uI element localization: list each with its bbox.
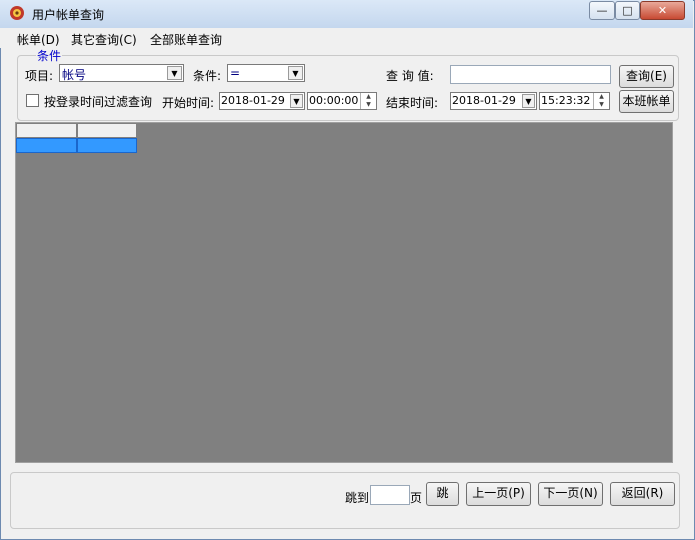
item-select[interactable]: 帐号 ▼ xyxy=(59,64,184,82)
condition-select[interactable]: = ▼ xyxy=(227,64,305,82)
end-time-spinner[interactable]: ▲ ▼ xyxy=(593,93,609,109)
chevron-down-icon[interactable]: ▼ xyxy=(290,94,303,108)
spin-down-icon[interactable]: ▼ xyxy=(361,101,376,108)
close-icon: ✕ xyxy=(657,4,668,17)
grid-header-cell[interactable] xyxy=(16,123,77,138)
menu-other-query[interactable]: 其它查询(C) xyxy=(71,31,137,48)
menu-bill[interactable]: 帐单(D) xyxy=(17,31,60,48)
back-button[interactable]: 返回(R) xyxy=(610,482,675,506)
spin-up-icon[interactable]: ▲ xyxy=(594,93,609,100)
shift-bill-button[interactable]: 本班帐单 xyxy=(619,90,674,113)
menu-all-bills[interactable]: 全部账单查询 xyxy=(150,31,222,48)
query-button[interactable]: 查询(E) xyxy=(619,65,674,88)
condition-select-value: = xyxy=(230,66,241,80)
spin-up-icon[interactable]: ▲ xyxy=(361,93,376,100)
end-time-picker[interactable]: 15:23:32 ▲ ▼ xyxy=(539,92,610,110)
minimize-icon: — xyxy=(596,4,608,17)
chevron-down-icon[interactable]: ▼ xyxy=(288,66,303,80)
start-date-value: 2018-01-29 xyxy=(221,94,285,107)
start-time-spinner[interactable]: ▲ ▼ xyxy=(360,93,376,109)
start-time-label: 开始时间: xyxy=(162,96,215,110)
chevron-down-icon[interactable]: ▼ xyxy=(522,94,535,108)
end-time-value: 15:23:32 xyxy=(541,94,591,107)
start-time-value: 00:00:00 xyxy=(309,94,359,107)
conditions-legend: 条件 xyxy=(36,47,63,64)
minimize-button[interactable]: — xyxy=(589,1,615,20)
page-number-input[interactable] xyxy=(370,485,410,505)
grid-selected-cell[interactable] xyxy=(77,138,137,153)
jump-button[interactable]: 跳 xyxy=(426,482,459,506)
spin-down-icon[interactable]: ▼ xyxy=(594,101,609,108)
next-page-button[interactable]: 下一页(N) xyxy=(538,482,603,506)
login-time-filter-checkbox[interactable] xyxy=(26,94,39,107)
end-date-picker[interactable]: 2018-01-29 ▼ xyxy=(450,92,537,110)
grid-header-cell[interactable] xyxy=(77,123,137,138)
end-time-label: 结束时间: xyxy=(386,96,439,110)
maximize-button[interactable]: □ xyxy=(615,1,640,20)
start-time-picker[interactable]: 00:00:00 ▲ ▼ xyxy=(307,92,377,110)
results-grid[interactable] xyxy=(15,122,673,463)
window-title: 用户帐单查询 xyxy=(32,8,105,22)
start-date-picker[interactable]: 2018-01-29 ▼ xyxy=(219,92,305,110)
query-value-label: 查 询 值: xyxy=(386,69,434,83)
chevron-down-icon[interactable]: ▼ xyxy=(167,66,182,80)
jump-to-label: 跳到 xyxy=(345,491,370,505)
maximize-icon: □ xyxy=(622,4,633,17)
item-select-value: 帐号 xyxy=(62,68,87,82)
close-button[interactable]: ✕ xyxy=(640,1,685,20)
prev-page-button[interactable]: 上一页(P) xyxy=(466,482,531,506)
grid-selected-cell[interactable] xyxy=(16,138,77,153)
query-value-input[interactable] xyxy=(450,65,611,84)
app-icon xyxy=(9,5,25,21)
condition-label: 条件: xyxy=(193,69,222,83)
end-date-value: 2018-01-29 xyxy=(452,94,516,107)
page-label: 页 xyxy=(410,491,423,505)
login-time-filter-label: 按登录时间过滤查询 xyxy=(44,95,153,109)
item-label: 项目: xyxy=(25,69,54,83)
